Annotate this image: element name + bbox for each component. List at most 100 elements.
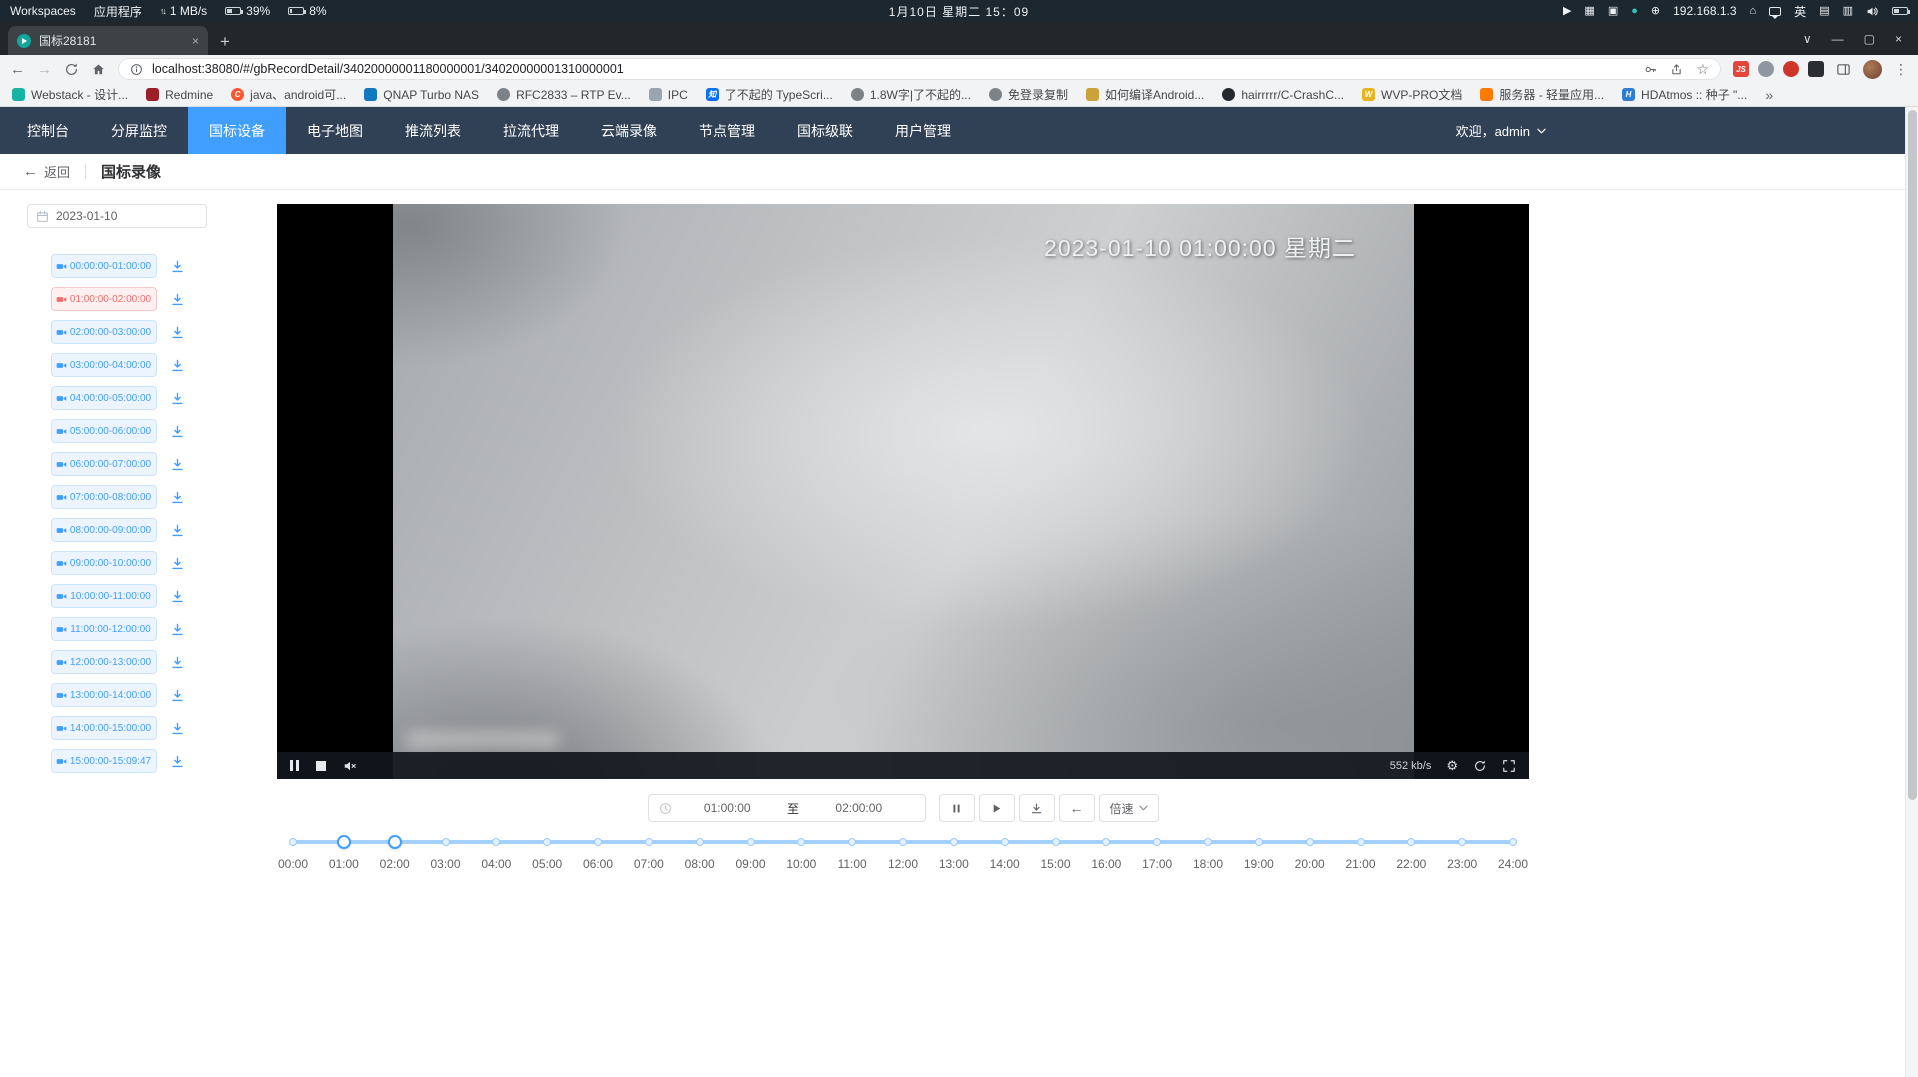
timeline-hour-dot[interactable] — [1204, 838, 1212, 846]
player-stop-icon[interactable] — [316, 761, 326, 771]
bookmark-item[interactable]: 如何编译Android... — [1086, 86, 1204, 103]
timeline-hour-dot[interactable] — [1509, 838, 1517, 846]
segment-button[interactable]: 02:00:00-03:00:00 — [51, 320, 157, 344]
back-link[interactable]: ← 返回 — [23, 162, 70, 181]
browser-tab[interactable]: 国标28181 × — [8, 26, 208, 55]
nav-tab[interactable]: 用户管理 — [874, 107, 972, 154]
timeline-hour-dot[interactable] — [543, 838, 551, 846]
tab-close-icon[interactable]: × — [192, 34, 199, 48]
timeline-hour-dot[interactable] — [747, 838, 755, 846]
segment-download-icon[interactable] — [171, 722, 184, 735]
segment-button[interactable]: 07:00:00-08:00:00 — [51, 485, 157, 509]
bookmark-item[interactable]: 知 了不起的 TypeScri... — [706, 86, 833, 103]
page-scrollbar[interactable] — [1905, 107, 1918, 1077]
timeline-handle[interactable] — [388, 835, 402, 849]
segment-button[interactable]: 14:00:00-15:00:00 — [51, 716, 157, 740]
nav-tab[interactable]: 控制台 — [6, 107, 90, 154]
secondary-battery-indicator[interactable]: 8% — [288, 4, 326, 18]
segment-button[interactable]: 05:00:00-06:00:00 — [51, 419, 157, 443]
extension-icon[interactable]: JS — [1733, 61, 1749, 77]
extension-icon[interactable] — [1783, 61, 1799, 77]
bookmark-item[interactable]: 1.8W字|了不起的... — [851, 86, 971, 103]
nav-tab[interactable]: 国标级联 — [776, 107, 874, 154]
timeline-hour-dot[interactable] — [1255, 838, 1263, 846]
segment-download-icon[interactable] — [171, 590, 184, 603]
segment-button[interactable]: 15:00:00-15:09:47 — [51, 749, 157, 773]
reload-button[interactable] — [64, 62, 79, 77]
segment-download-icon[interactable] — [171, 326, 184, 339]
timeline-track[interactable] — [293, 834, 1513, 850]
close-button[interactable]: × — [1895, 32, 1902, 46]
bookmark-item[interactable]: QNAP Turbo NAS — [364, 88, 479, 102]
forward-button[interactable]: → — [37, 62, 52, 77]
tab-search-icon[interactable]: ∨ — [1803, 32, 1812, 46]
end-time-input[interactable]: 02:00:00 — [803, 801, 915, 815]
battery-indicator[interactable]: 39% — [225, 4, 270, 18]
bookmark-item[interactable]: 免登录复制 — [989, 86, 1068, 103]
timeline-hour-dot[interactable] — [1153, 838, 1161, 846]
timeline-hour-dot[interactable] — [442, 838, 450, 846]
timeline-hour-dot[interactable] — [797, 838, 805, 846]
timeline-hour-dot[interactable] — [899, 838, 907, 846]
timeline-hour-dot[interactable] — [950, 838, 958, 846]
date-picker[interactable]: 2023-01-10 — [27, 204, 207, 228]
nav-tab[interactable]: 国标设备 — [188, 107, 286, 154]
bookmark-item[interactable]: Webstack - 设计... — [12, 86, 128, 103]
extension-icon[interactable] — [1758, 61, 1774, 77]
bookmark-item[interactable]: Redmine — [146, 88, 213, 102]
url-text[interactable]: localhost:38080/#/gbRecordDetail/3402000… — [152, 62, 1635, 76]
segment-button[interactable]: 04:00:00-05:00:00 — [51, 386, 157, 410]
timeline-handle[interactable] — [337, 835, 351, 849]
back-button[interactable]: ← — [10, 62, 25, 77]
segment-download-icon[interactable] — [171, 623, 184, 636]
bookmark-item[interactable]: hairrrrr/C-CrashC... — [1222, 88, 1344, 102]
scrollbar-thumb[interactable] — [1908, 110, 1917, 800]
player-pause-icon[interactable] — [290, 760, 299, 771]
segment-download-icon[interactable] — [171, 392, 184, 405]
timeline-hour-dot[interactable] — [1357, 838, 1365, 846]
user-menu[interactable]: 欢迎，admin — [1456, 107, 1546, 154]
timeline[interactable]: 00:0001:0002:0003:0004:0005:0006:0007:00… — [293, 834, 1513, 872]
applications-menu-button[interactable]: 应用程序 — [94, 3, 142, 20]
segment-button[interactable]: 08:00:00-09:00:00 — [51, 518, 157, 542]
segment-download-icon[interactable] — [171, 656, 184, 669]
segment-button[interactable]: 03:00:00-04:00:00 — [51, 353, 157, 377]
tray-battery-icon[interactable] — [1892, 7, 1908, 15]
password-key-icon[interactable] — [1644, 63, 1657, 76]
segment-download-icon[interactable] — [171, 524, 184, 537]
screenshot-icon[interactable]: ▦ — [1584, 6, 1594, 17]
bookmark-item[interactable]: IPC — [649, 88, 688, 102]
timeline-hour-dot[interactable] — [645, 838, 653, 846]
segment-button[interactable]: 01:00:00-02:00:00 — [51, 287, 157, 311]
segment-download-icon[interactable] — [171, 359, 184, 372]
bookmark-item[interactable]: C java、android可... — [231, 86, 346, 103]
timeline-hour-dot[interactable] — [1102, 838, 1110, 846]
video-frame[interactable]: 2023-01-10 01:00:00 星期二 — [393, 204, 1414, 779]
time-range-picker[interactable]: 01:00:00 至 02:00:00 — [648, 794, 926, 822]
browser-menu-icon[interactable]: ⋮ — [1894, 61, 1908, 78]
download-button[interactable] — [1019, 794, 1055, 822]
segment-button[interactable]: 11:00:00-12:00:00 — [51, 617, 157, 641]
display-icon[interactable]: ▥ — [1843, 6, 1853, 17]
bookmarks-overflow-icon[interactable]: » — [1765, 87, 1773, 103]
timeline-hour-dot[interactable] — [289, 838, 297, 846]
os-clock[interactable]: 1月10日 星期二 15：09 — [889, 3, 1029, 20]
bookmark-item[interactable]: 服务器 - 轻量应用... — [1480, 86, 1604, 103]
player-settings-icon[interactable]: ⚙ — [1446, 759, 1458, 772]
segment-download-icon[interactable] — [171, 755, 184, 768]
segment-download-icon[interactable] — [171, 425, 184, 438]
segment-button[interactable]: 10:00:00-11:00:00 — [51, 584, 157, 608]
play-button[interactable] — [979, 794, 1015, 822]
media-play-icon[interactable]: ▶ — [1563, 6, 1571, 17]
segment-download-icon[interactable] — [171, 557, 184, 570]
extension-icon[interactable] — [1808, 61, 1824, 77]
segment-button[interactable]: 06:00:00-07:00:00 — [51, 452, 157, 476]
minimize-button[interactable]: — — [1832, 32, 1844, 46]
timeline-hour-dot[interactable] — [696, 838, 704, 846]
nav-tab[interactable]: 拉流代理 — [482, 107, 580, 154]
status-dot-icon[interactable]: ● — [1631, 6, 1638, 17]
timeline-hour-dot[interactable] — [1001, 838, 1009, 846]
player-refresh-icon[interactable] — [1473, 759, 1487, 773]
tile-layout-icon[interactable]: ▤ — [1819, 6, 1829, 17]
home-icon[interactable]: ⌂ — [1750, 6, 1757, 17]
